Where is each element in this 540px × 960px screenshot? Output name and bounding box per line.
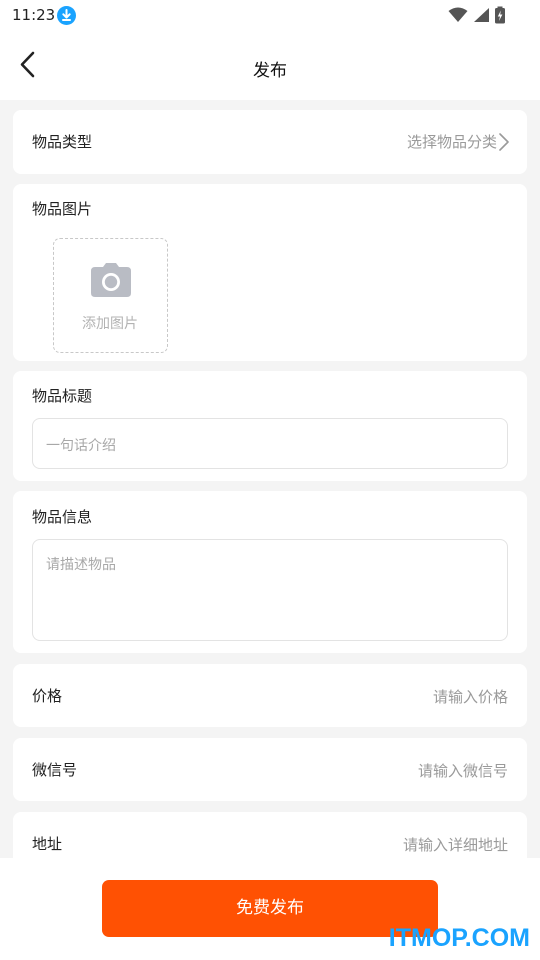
address-label: 地址 [32, 835, 63, 853]
camera-icon [91, 263, 131, 301]
wifi-icon [448, 7, 468, 27]
title-input[interactable]: 一句话介绍 [32, 418, 508, 469]
bottom-bar: 免费发布 ITMOP.COM [0, 858, 540, 960]
price-row[interactable]: 价格 请输入价格 [13, 664, 527, 727]
watermark: ITMOP.COM [388, 924, 530, 952]
info-placeholder: 请描述物品 [46, 557, 116, 573]
images-label: 物品图片 [32, 200, 93, 218]
info-card: 物品信息 请描述物品 [13, 491, 527, 653]
page-title: 发布 [253, 61, 287, 81]
title-card: 物品标题 一句话介绍 [13, 371, 527, 481]
wechat-label: 微信号 [32, 761, 78, 779]
wechat-input[interactable]: 请输入微信号 [418, 760, 508, 781]
price-input[interactable]: 请输入价格 [433, 686, 508, 707]
category-select-hint[interactable]: 选择物品分类 [407, 131, 497, 152]
category-row[interactable]: 物品类型 选择物品分类 [13, 110, 527, 174]
publish-button[interactable]: 免费发布 [102, 880, 438, 937]
nav-bar: 发布 [0, 30, 540, 100]
chevron-right-icon [498, 132, 510, 156]
signal-icon [472, 7, 490, 27]
add-image-button[interactable]: 添加图片 [53, 238, 168, 353]
images-card: 物品图片 添加图片 [13, 184, 527, 361]
status-time: 11:23 [12, 6, 56, 24]
category-label: 物品类型 [32, 133, 93, 151]
download-icon [57, 6, 76, 25]
info-textarea[interactable]: 请描述物品 [32, 539, 508, 641]
address-input[interactable]: 请输入详细地址 [403, 834, 508, 855]
title-placeholder: 一句话介绍 [46, 438, 116, 454]
info-label: 物品信息 [32, 508, 93, 526]
add-image-label: 添加图片 [82, 316, 138, 332]
battery-icon [494, 6, 506, 28]
price-label: 价格 [32, 687, 63, 705]
title-label: 物品标题 [32, 387, 93, 405]
wechat-row[interactable]: 微信号 请输入微信号 [13, 738, 527, 801]
status-bar: 11:23 [0, 0, 540, 30]
